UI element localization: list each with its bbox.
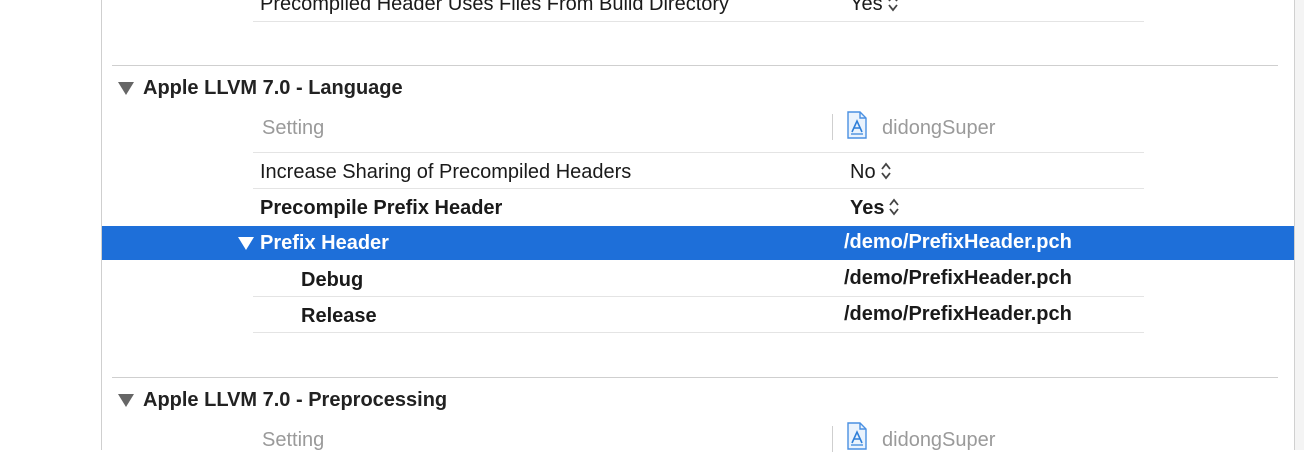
disclosure-triangle-icon[interactable] — [118, 394, 134, 407]
popup-stepper-icon — [880, 162, 891, 180]
section-title: Apple LLVM 7.0 - Language — [143, 77, 403, 99]
setting-label: Prefix Header — [260, 232, 389, 254]
setting-value[interactable]: No — [850, 160, 891, 184]
setting-label: Debug — [301, 269, 364, 291]
column-header-setting: Setting — [262, 117, 325, 139]
row-separator — [253, 188, 1144, 189]
row-separator — [253, 332, 1144, 333]
left-divider — [101, 0, 102, 450]
setting-value[interactable]: /demo/PrefixHeader.pch — [844, 302, 1072, 326]
column-divider — [832, 114, 833, 140]
value-text: No — [850, 161, 876, 183]
xcode-app-target-icon — [846, 111, 868, 139]
setting-value[interactable]: Yes — [850, 196, 900, 220]
popup-stepper-icon — [887, 0, 898, 12]
setting-label: Precompile Prefix Header — [260, 197, 503, 219]
setting-label: Release — [301, 305, 377, 327]
right-scroll-gutter — [1295, 0, 1304, 450]
row-separator — [253, 152, 1144, 153]
setting-value[interactable]: Yes — [850, 0, 898, 16]
setting-label: Precompiled Header Uses Files From Build… — [260, 0, 730, 15]
setting-row-prefix-header-selected[interactable]: Prefix Header /demo/PrefixHeader.pch — [102, 226, 1294, 260]
column-header-target: didongSuper — [882, 429, 996, 451]
xcode-app-target-icon — [846, 422, 868, 450]
section-separator — [112, 377, 1278, 378]
value-text: Yes — [850, 0, 883, 15]
column-header-setting: Setting — [262, 429, 325, 451]
setting-value[interactable]: /demo/PrefixHeader.pch — [844, 230, 1072, 254]
column-divider — [832, 426, 833, 452]
disclosure-triangle-icon[interactable] — [238, 237, 254, 250]
right-divider — [1294, 0, 1295, 450]
row-separator — [253, 296, 1144, 297]
value-text: Yes — [850, 197, 885, 219]
setting-label: Increase Sharing of Precompiled Headers — [260, 161, 632, 183]
disclosure-triangle-icon[interactable] — [118, 82, 134, 95]
row-separator — [253, 21, 1144, 22]
popup-stepper-icon — [889, 198, 900, 216]
section-title: Apple LLVM 7.0 - Preprocessing — [143, 389, 448, 411]
section-separator — [112, 65, 1278, 66]
column-header-target: didongSuper — [882, 117, 996, 139]
setting-value[interactable]: /demo/PrefixHeader.pch — [844, 266, 1072, 290]
